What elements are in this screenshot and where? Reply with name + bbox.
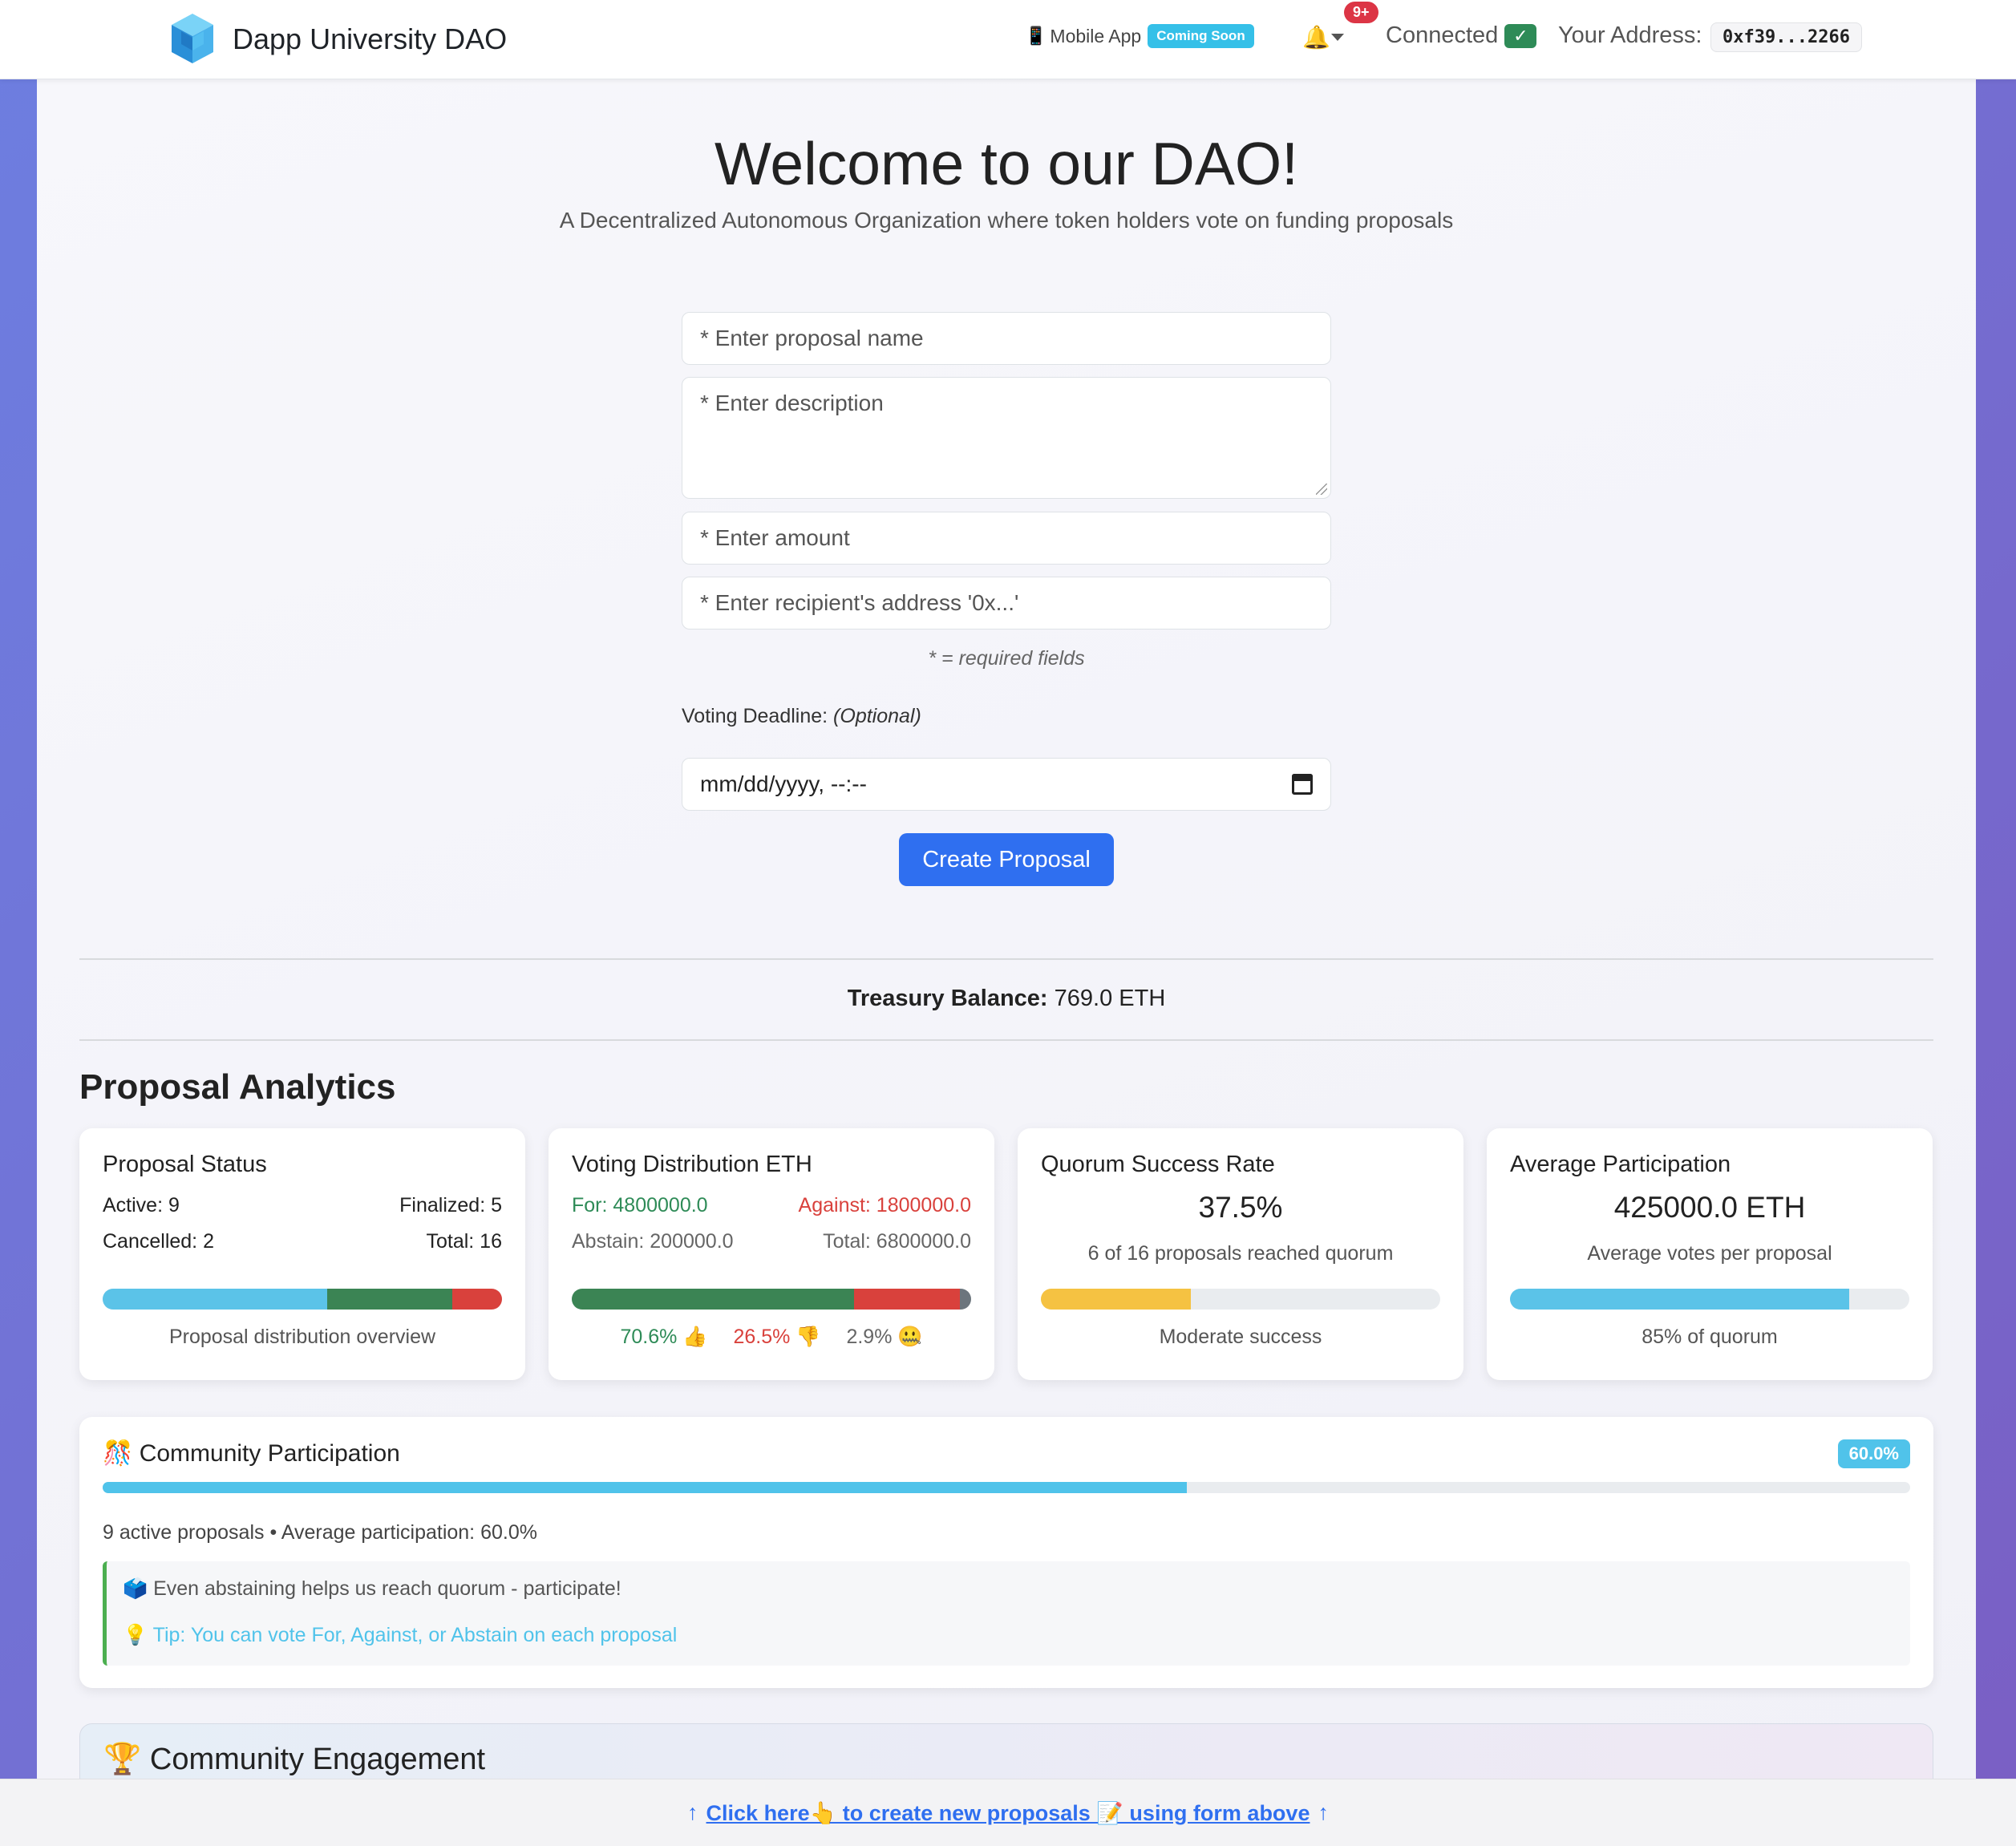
card-title: Voting Distribution ETH bbox=[572, 1152, 812, 1177]
create-proposal-link[interactable]: Click here👆 to create new proposals 📝 us… bbox=[706, 1800, 1310, 1826]
vote-bar-against bbox=[853, 1289, 960, 1310]
total-count: Total: 16 bbox=[426, 1230, 502, 1253]
community-summary: 9 active proposals • Average participati… bbox=[103, 1521, 537, 1544]
arrow-up-icon: ↑ bbox=[1318, 1800, 1329, 1824]
community-title: 🎊 Community Participation bbox=[103, 1440, 400, 1467]
mobile-app-label: Mobile App bbox=[1050, 25, 1142, 47]
participation-progress-fill bbox=[1510, 1289, 1850, 1310]
participation-progress-bar bbox=[1510, 1289, 1909, 1310]
required-fields-note: * = required fields bbox=[928, 647, 1085, 670]
address-label: Your Address: bbox=[1558, 22, 1702, 48]
connected-label: Connected bbox=[1386, 22, 1499, 48]
proposal-name-input[interactable]: * Enter proposal name bbox=[682, 312, 1331, 365]
card-caption: Proposal distribution overview bbox=[168, 1326, 436, 1348]
divider bbox=[79, 1039, 1933, 1041]
main-container: Welcome to our DAO! A Decentralized Auto… bbox=[37, 79, 1976, 1820]
divider bbox=[79, 958, 1933, 960]
voting-deadline-label: Voting Deadline: (Optional) bbox=[682, 705, 921, 728]
brand[interactable]: Dapp University DAO bbox=[164, 8, 507, 71]
status-distribution-bar bbox=[103, 1289, 502, 1310]
deadline-label-text: Voting Deadline: bbox=[682, 705, 828, 727]
community-participation-card: 🎊 Community Participation 60.0% 9 active… bbox=[79, 1417, 1933, 1688]
card-title: Proposal Status bbox=[103, 1152, 267, 1177]
card-caption: Moderate success bbox=[1159, 1326, 1322, 1348]
recipient-address-input[interactable]: * Enter recipient's address '0x...' bbox=[682, 577, 1331, 630]
voting-distribution-card: Voting Distribution ETH For: 4800000.0 A… bbox=[549, 1128, 994, 1380]
description-textarea[interactable]: * Enter description bbox=[682, 377, 1331, 499]
deadline-optional-text: (Optional) bbox=[833, 705, 921, 727]
bell-icon[interactable]: 🔔 bbox=[1302, 24, 1330, 51]
participation-value: 425000.0 ETH bbox=[1613, 1191, 1806, 1224]
mobile-app-link[interactable]: 📱 Mobile App Coming Soon bbox=[1025, 24, 1254, 48]
voting-distribution-bar bbox=[572, 1289, 971, 1310]
footer-bar: ↑ Click here👆 to create new proposals 📝 … bbox=[0, 1779, 2016, 1846]
for-percent: 70.6% 👍 bbox=[620, 1326, 708, 1348]
chevron-down-icon[interactable] bbox=[1331, 34, 1344, 41]
date-placeholder: mm/dd/yyyy, --:-- bbox=[700, 771, 867, 796]
check-icon: ✓ bbox=[1504, 23, 1537, 48]
votes-abstain: Abstain: 200000.0 bbox=[572, 1230, 734, 1253]
voting-deadline-input[interactable]: mm/dd/yyyy, --:-- bbox=[682, 758, 1331, 811]
status-bar-cancelled bbox=[451, 1289, 502, 1310]
abstain-tip: 🗳️ Even abstaining helps us reach quorum… bbox=[123, 1577, 621, 1600]
treasury-label: Treasury Balance: bbox=[847, 986, 1048, 1011]
quorum-rate: 37.5% bbox=[1198, 1191, 1283, 1224]
participation-badge: 60.0% bbox=[1837, 1439, 1910, 1468]
notification-count-badge: 9+ bbox=[1344, 2, 1378, 23]
votes-against: Against: 1800000.0 bbox=[798, 1194, 971, 1216]
treasury-balance: Treasury Balance: 769.0 ETH bbox=[37, 986, 1976, 1012]
proposal-status-card: Proposal Status Active: 9 Finalized: 5 C… bbox=[79, 1128, 525, 1380]
votes-total: Total: 6800000.0 bbox=[823, 1230, 971, 1253]
arrow-up-icon: ↑ bbox=[687, 1800, 698, 1824]
active-count: Active: 9 bbox=[103, 1194, 180, 1216]
amount-input[interactable]: * Enter amount bbox=[682, 512, 1331, 565]
tip-box: 🗳️ Even abstaining helps us reach quorum… bbox=[103, 1561, 1910, 1666]
quorum-success-card: Quorum Success Rate 37.5% 6 of 16 propos… bbox=[1018, 1128, 1463, 1380]
status-bar-finalized bbox=[327, 1289, 452, 1310]
engagement-title: 🏆 Community Engagement bbox=[103, 1743, 486, 1776]
create-proposal-button[interactable]: Create Proposal bbox=[899, 833, 1114, 886]
treasury-value: 769.0 ETH bbox=[1054, 986, 1166, 1011]
card-title: Quorum Success Rate bbox=[1041, 1152, 1275, 1177]
average-participation-card: Average Participation 425000.0 ETH Avera… bbox=[1487, 1128, 1933, 1380]
vote-percentages: 70.6% 👍 26.5% 👎 2.9% 🤐 bbox=[549, 1326, 994, 1349]
participation-detail: Average votes per proposal bbox=[1587, 1242, 1832, 1265]
quorum-detail: 6 of 16 proposals reached quorum bbox=[1087, 1242, 1394, 1265]
finalized-count: Finalized: 5 bbox=[399, 1194, 502, 1216]
cube-logo-icon bbox=[172, 14, 213, 63]
votes-for: For: 4800000.0 bbox=[572, 1194, 708, 1216]
vote-bar-for bbox=[572, 1289, 854, 1310]
calendar-icon[interactable] bbox=[1292, 774, 1313, 795]
connection-status: Connected ✓ bbox=[1386, 22, 1537, 49]
description-placeholder: * Enter description bbox=[700, 391, 884, 415]
resize-handle-icon[interactable] bbox=[1316, 484, 1327, 495]
quorum-progress-bar bbox=[1041, 1289, 1440, 1310]
card-title: Average Participation bbox=[1510, 1152, 1731, 1177]
wallet-address[interactable]: 0xf39...2266 bbox=[1710, 22, 1862, 52]
abstain-percent: 2.9% 🤐 bbox=[846, 1326, 923, 1348]
card-caption: 85% of quorum bbox=[1642, 1326, 1778, 1348]
page-title: Welcome to our DAO! bbox=[714, 130, 1299, 197]
cancelled-count: Cancelled: 2 bbox=[103, 1230, 214, 1253]
community-progress-bar bbox=[103, 1482, 1910, 1493]
brand-name: Dapp University DAO bbox=[233, 22, 508, 55]
status-bar-active bbox=[103, 1289, 328, 1310]
phone-icon: 📱 bbox=[1025, 26, 1047, 46]
coming-soon-badge: Coming Soon bbox=[1148, 24, 1254, 48]
against-percent: 26.5% 👎 bbox=[733, 1326, 821, 1348]
navbar: Dapp University DAO 📱 Mobile App Coming … bbox=[0, 0, 2016, 79]
page-subtitle: A Decentralized Autonomous Organization … bbox=[559, 208, 1454, 233]
vote-bar-abstain bbox=[959, 1289, 971, 1310]
quorum-progress-fill bbox=[1041, 1289, 1191, 1310]
community-progress-fill bbox=[103, 1482, 1188, 1493]
analytics-title: Proposal Analytics bbox=[79, 1067, 396, 1107]
voting-tip: 💡 Tip: You can vote For, Against, or Abs… bbox=[123, 1624, 678, 1646]
